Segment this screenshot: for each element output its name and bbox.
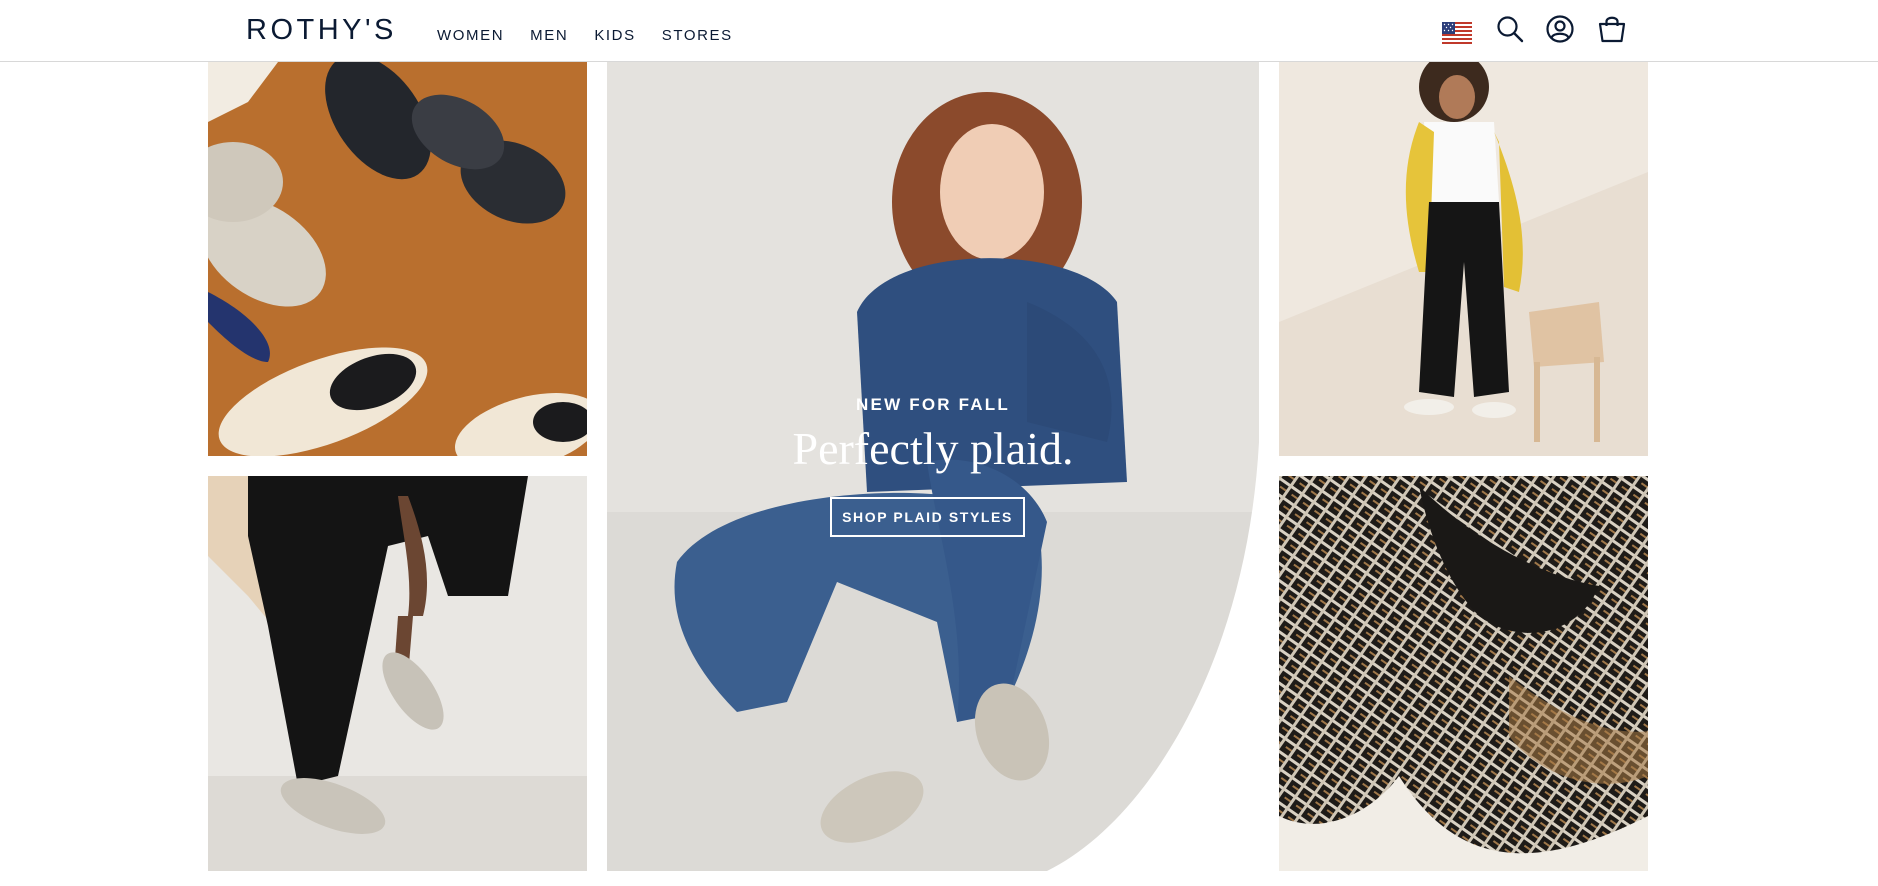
model-with-chair-image: [1279, 62, 1648, 456]
nav-item-kids[interactable]: KIDS: [594, 27, 635, 44]
nav-item-stores[interactable]: STORES: [662, 27, 733, 44]
promo-tile-model-chair[interactable]: [1279, 62, 1648, 456]
nav-item-men[interactable]: MEN: [530, 27, 568, 44]
plaid-flats-image: [208, 62, 587, 456]
site-header: ROTHY'S WOMEN MEN KIDS STORES: [0, 0, 1878, 62]
plaid-loafer-image: [208, 476, 587, 871]
shop-plaid-styles-button[interactable]: SHOP PLAID STYLES: [830, 497, 1025, 537]
brand-logo[interactable]: ROTHY'S: [246, 14, 397, 47]
search-icon[interactable]: [1493, 12, 1527, 46]
hero-eyebrow: NEW FOR FALL: [856, 395, 1010, 414]
promo-tile-plaid-closeup[interactable]: [1279, 476, 1648, 871]
plaid-closeup-image: [1279, 476, 1648, 871]
us-flag-icon[interactable]: [1440, 16, 1474, 50]
promo-tile-plaid-flats[interactable]: [208, 62, 587, 456]
nav-item-women[interactable]: WOMEN: [437, 27, 504, 44]
hero-banner: NEW FOR FALL Perfectly plaid. SHOP PLAID…: [607, 62, 1259, 871]
main-nav: WOMEN MEN KIDS STORES: [437, 27, 733, 44]
hero-headline: Perfectly plaid.: [792, 423, 1074, 474]
account-icon[interactable]: [1543, 12, 1577, 46]
promo-tile-plaid-loafer[interactable]: [208, 476, 587, 871]
shopping-bag-icon[interactable]: [1595, 12, 1629, 46]
